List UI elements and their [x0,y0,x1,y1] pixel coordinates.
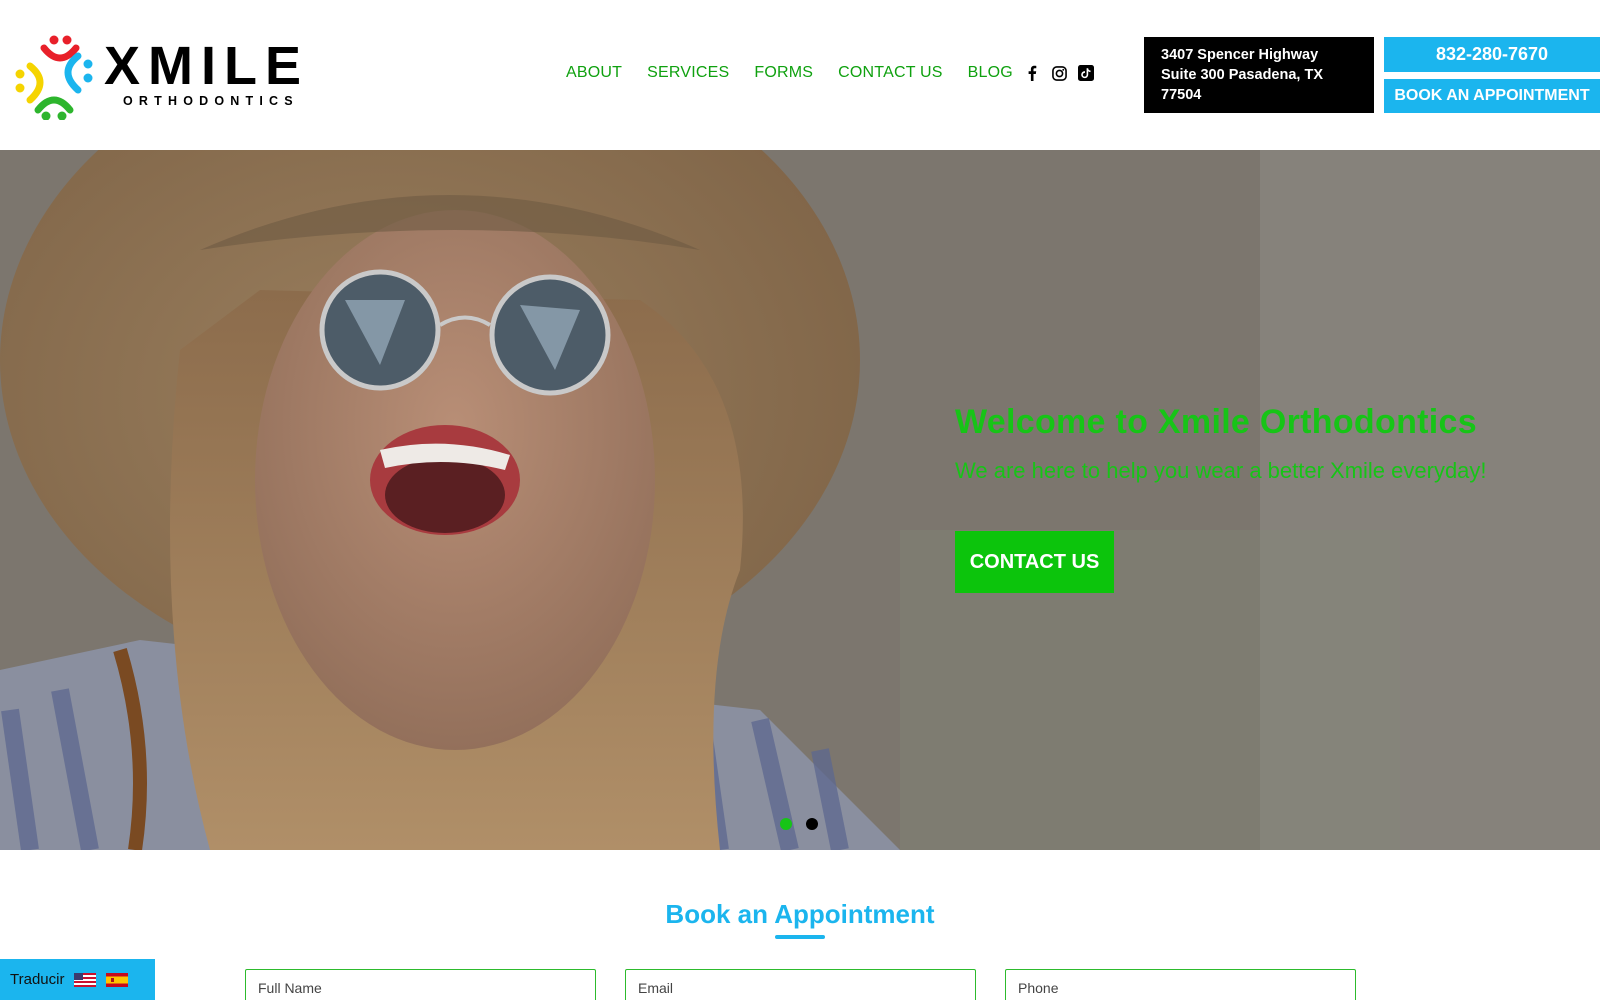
nav-item-services[interactable]: SERVICES [647,64,729,82]
address-line: Suite 300 Pasadena, TX [1161,67,1323,83]
instagram-icon[interactable] [1051,65,1067,81]
full-name-field[interactable]: Full Name [245,969,596,1000]
hero-contact-button[interactable]: CONTACT US [955,531,1114,593]
slider-dots [780,818,818,830]
hero-title: Welcome to Xmile Orthodontics [955,403,1477,441]
us-flag-icon[interactable] [74,972,97,987]
social-links [1024,65,1094,81]
slider-dot[interactable] [806,818,818,830]
book-appointment-button[interactable]: BOOK AN APPOINTMENT [1384,79,1600,113]
nav-item-contact-us[interactable]: CONTACT US [838,64,943,82]
hero-subtitle: We are here to help you wear a better Xm… [955,458,1487,483]
nav-item-blog[interactable]: BLOG [968,64,1013,82]
main-nav: ABOUT SERVICES FORMS CONTACT US BLOG [566,64,1013,82]
phone-field[interactable]: Phone [1005,969,1356,1000]
tiktok-icon[interactable] [1078,65,1094,81]
email-field[interactable]: Email [625,969,976,1000]
phone-button[interactable]: 832-280-7670 [1384,37,1600,72]
nav-item-forms[interactable]: FORMS [754,64,813,82]
facebook-icon[interactable] [1024,65,1040,81]
logo-wordmark: XMILE [104,36,310,96]
spain-flag-icon[interactable] [106,972,129,987]
site-header: XMILE ORTHODONTICS ABOUT SERVICES FORMS … [0,0,1600,150]
hero-image [0,150,1600,850]
slider-dot-active[interactable] [780,818,792,830]
site-logo[interactable]: XMILE ORTHODONTICS [14,34,314,120]
translate-widget[interactable]: Traducir [0,959,155,1000]
hero-slider: Welcome to Xmile Orthodontics We are her… [0,150,1600,850]
address-line: 3407 Spencer Highway [1161,47,1319,63]
nav-item-about[interactable]: ABOUT [566,64,622,82]
translate-label: Traducir [10,971,65,988]
booking-title: Book an Appointment [665,899,935,929]
logo-tagline: ORTHODONTICS [123,94,299,108]
logo-mark-icon [15,35,93,120]
address-line: 77504 [1161,87,1202,103]
booking-title-underline [775,935,825,939]
address-box[interactable]: 3407 Spencer Highway Suite 300 Pasadena,… [1144,37,1374,113]
